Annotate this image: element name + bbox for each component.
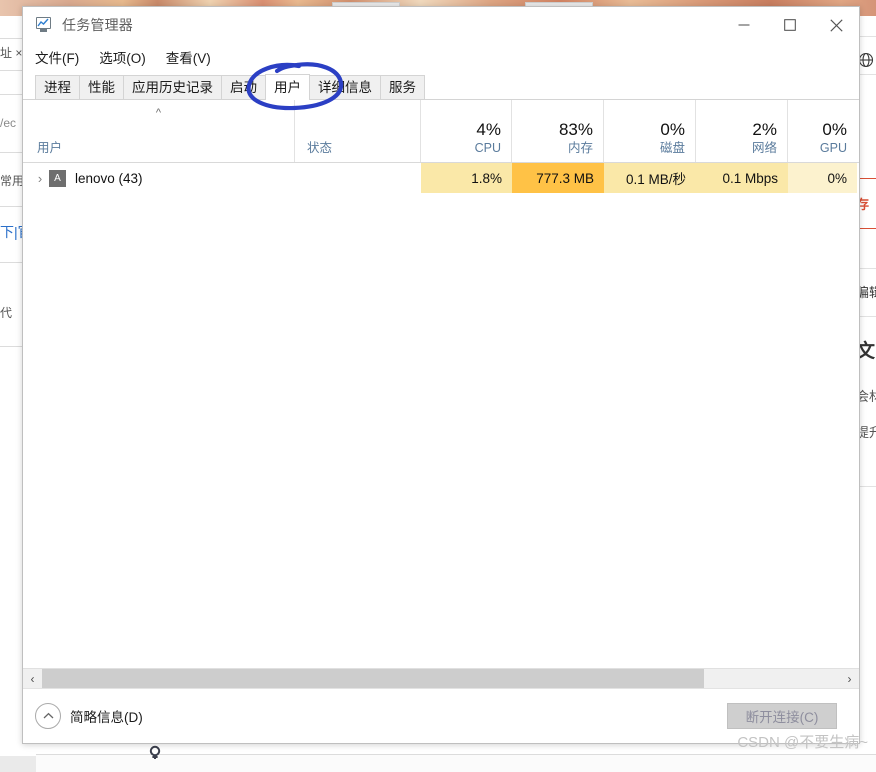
- tab-performance[interactable]: 性能: [79, 75, 124, 99]
- column-header-user[interactable]: ^ 用户: [23, 100, 295, 162]
- taskbar-app-icon[interactable]: [147, 745, 163, 761]
- column-header-cpu[interactable]: 4% CPU: [421, 100, 512, 162]
- column-header-network[interactable]: 2% 网络: [696, 100, 788, 162]
- cell-gpu: 0%: [788, 163, 857, 193]
- background-bottom-left: [0, 756, 36, 772]
- column-label-status: 状态: [307, 141, 333, 155]
- menu-bar: 文件(F) 选项(O) 查看(V): [23, 43, 859, 71]
- column-header-gpu[interactable]: 0% GPU: [788, 100, 857, 162]
- tab-startup[interactable]: 启动: [221, 75, 266, 99]
- column-header-disk[interactable]: 0% 磁盘: [604, 100, 696, 162]
- minimize-icon: [738, 24, 750, 26]
- user-avatar-icon: A: [49, 169, 66, 187]
- close-icon: [829, 18, 843, 32]
- bg-left-fragment: 代: [0, 306, 13, 320]
- screen: 址 × /ec 常用 下|官 代 存 偏辑 文 会材 提升 任务管理器 文件(F…: [0, 0, 876, 772]
- table-body: › A lenovo (43) 1.8% 777.3 MB 0.1 MB/秒 0…: [23, 163, 859, 668]
- sort-ascending-icon: ^: [155, 107, 162, 119]
- cell-user[interactable]: › A lenovo (43): [23, 163, 295, 193]
- column-pct-gpu: 0%: [822, 120, 847, 139]
- watermark: CSDN @不要生病~: [737, 734, 868, 751]
- column-label-memory: 内存: [567, 141, 593, 155]
- window-controls: [721, 7, 859, 43]
- cell-disk: 0.1 MB/秒: [604, 163, 696, 193]
- horizontal-scrollbar[interactable]: ‹ ›: [23, 668, 859, 688]
- table-row[interactable]: › A lenovo (43) 1.8% 777.3 MB 0.1 MB/秒 0…: [23, 163, 859, 193]
- scrollbar-track[interactable]: [42, 669, 840, 688]
- column-header-status[interactable]: 状态: [295, 100, 421, 162]
- cell-status: [295, 163, 421, 193]
- disconnect-button[interactable]: 断开连接(C): [727, 703, 837, 729]
- scrollbar-thumb[interactable]: [42, 669, 705, 688]
- column-label-network: 网络: [751, 141, 777, 155]
- bg-left-fragment: /ec: [0, 116, 17, 130]
- minimize-button[interactable]: [721, 7, 767, 43]
- column-label-disk: 磁盘: [659, 141, 685, 155]
- expand-row-chevron-icon[interactable]: ›: [31, 171, 49, 186]
- globe-icon: [858, 52, 874, 68]
- footer-bar: 简略信息(D) 断开连接(C): [23, 688, 859, 743]
- column-pct-network: 2%: [752, 120, 777, 139]
- maximize-button[interactable]: [767, 7, 813, 43]
- window-title: 任务管理器: [62, 17, 133, 33]
- fewer-details-label: 简略信息(D): [70, 710, 143, 725]
- bg-left-fragment: 常用: [0, 174, 25, 188]
- title-bar[interactable]: 任务管理器: [23, 7, 859, 43]
- column-label-gpu: GPU: [819, 141, 847, 155]
- scroll-left-arrow-icon[interactable]: ‹: [23, 669, 42, 688]
- tab-services[interactable]: 服务: [380, 75, 425, 99]
- cell-network: 0.1 Mbps: [696, 163, 788, 193]
- column-pct-cpu: 4%: [476, 120, 501, 139]
- column-pct-memory: 83%: [558, 120, 593, 139]
- bg-left-fragment: 址 ×: [0, 46, 23, 60]
- column-pct-disk: 0%: [660, 120, 685, 139]
- tab-strip: 进程 性能 应用历史记录 启动 用户 详细信息 服务: [23, 62, 859, 111]
- task-manager-icon: [35, 17, 53, 33]
- cell-memory: 777.3 MB: [512, 163, 604, 193]
- table-header-row: ^ 用户 状态 4% CPU 83% 内存 0% 磁盘 2% 网络 0% GPU: [23, 100, 859, 163]
- tab-app-history[interactable]: 应用历史记录: [123, 75, 222, 99]
- chevron-up-icon: [35, 703, 61, 729]
- column-header-memory[interactable]: 83% 内存: [512, 100, 604, 162]
- tab-processes[interactable]: 进程: [35, 75, 80, 99]
- menu-item-options[interactable]: 选项(O): [99, 47, 146, 67]
- maximize-icon: [784, 19, 796, 31]
- tab-users[interactable]: 用户: [265, 74, 310, 100]
- close-button[interactable]: [813, 7, 859, 43]
- fewer-details-button[interactable]: 简略信息(D): [35, 703, 143, 729]
- menu-item-file[interactable]: 文件(F): [35, 47, 79, 67]
- column-label-cpu: CPU: [474, 141, 501, 155]
- scroll-right-arrow-icon[interactable]: ›: [840, 669, 859, 688]
- cell-user-label: lenovo (43): [75, 170, 143, 186]
- column-label-user: 用户: [37, 141, 63, 155]
- menu-item-view[interactable]: 查看(V): [166, 47, 211, 67]
- cell-cpu: 1.8%: [421, 163, 512, 193]
- task-manager-window: 任务管理器 文件(F) 选项(O) 查看(V) 进程 性能 应用历史记录 启动 …: [22, 6, 860, 744]
- tab-details[interactable]: 详细信息: [309, 75, 381, 99]
